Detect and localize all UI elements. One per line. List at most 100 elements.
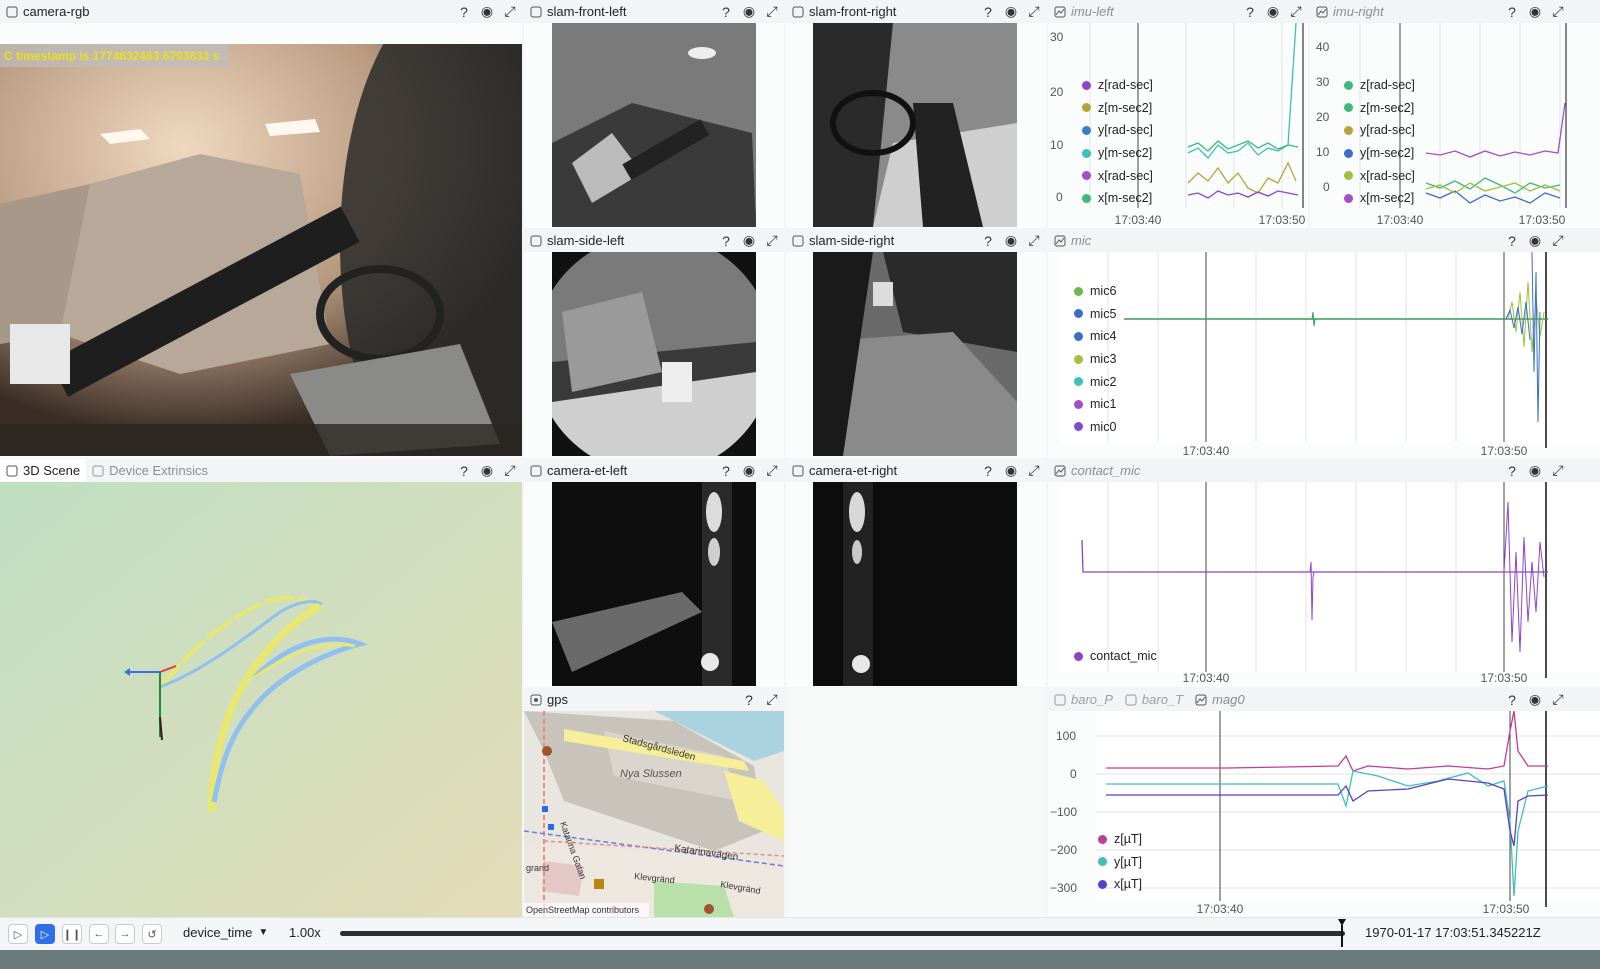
time-cursor[interactable] [1338, 919, 1346, 949]
help-icon[interactable]: ? [1504, 233, 1520, 249]
legend-item[interactable]: x[rad-sec] [1344, 164, 1415, 187]
help-icon[interactable]: ? [718, 4, 734, 20]
eye-icon[interactable]: ◉ [1003, 462, 1019, 479]
expand-icon[interactable]: ⤢ [502, 462, 518, 479]
tab-baro-p[interactable]: baro_P [1048, 688, 1119, 711]
tab-imu-right[interactable]: imu-right [1310, 0, 1390, 23]
help-icon[interactable]: ? [980, 463, 996, 479]
legend-item[interactable]: y[µT] [1098, 851, 1142, 874]
legend-item[interactable]: x[rad-sec] [1082, 164, 1153, 187]
expand-icon[interactable]: ⤢ [764, 3, 780, 20]
playback-speed[interactable]: 1.00x [289, 925, 321, 940]
legend-item[interactable]: x[µT] [1098, 873, 1142, 896]
play-icon[interactable]: ▷ [8, 924, 28, 944]
eye-icon[interactable]: ◉ [1527, 3, 1543, 20]
legend-item[interactable]: z[rad-sec] [1344, 74, 1415, 97]
eye-icon[interactable]: ◉ [1527, 691, 1543, 708]
help-icon[interactable]: ? [980, 4, 996, 20]
panel-mag0: baro_P baro_T mag0 ? ◉ ⤢ 100 0 −100 −200 −… [1048, 688, 1600, 917]
help-icon[interactable]: ? [718, 233, 734, 249]
timeline-scrubber[interactable] [340, 931, 1345, 936]
help-icon[interactable]: ? [1242, 4, 1258, 20]
tab-camera-et-right[interactable]: camera-et-right [786, 459, 903, 482]
legend-item[interactable]: y[m-sec2] [1082, 142, 1153, 165]
gps-map[interactable]: Stadsgårdsleden Nya Slussen Katarinaväge… [524, 711, 784, 917]
x-tick: 17:03:50 [1259, 213, 1306, 227]
tab-imu-left[interactable]: imu-left [1048, 0, 1120, 23]
legend-item[interactable]: mic2 [1074, 370, 1116, 393]
legend-item[interactable]: mic6 [1074, 280, 1116, 303]
help-icon[interactable]: ? [741, 692, 757, 708]
legend-item[interactable]: contact_mic [1074, 645, 1157, 668]
legend-item[interactable]: mic0 [1074, 416, 1116, 439]
eye-icon[interactable]: ◉ [1527, 462, 1543, 479]
legend-item[interactable]: z[m-sec2] [1082, 97, 1153, 120]
legend-item[interactable]: y[rad-sec] [1082, 119, 1153, 142]
map-attribution[interactable]: OpenStreetMap contributors [526, 905, 640, 915]
tab-slam-front-right[interactable]: slam-front-right [786, 0, 902, 23]
loop-icon[interactable]: ↺ [142, 924, 162, 944]
timeline-selector[interactable]: device_time ▼ [183, 925, 268, 940]
expand-icon[interactable]: ⤢ [1550, 232, 1566, 249]
expand-icon[interactable]: ⤢ [764, 462, 780, 479]
expand-icon[interactable]: ⤢ [1026, 3, 1042, 20]
step-back-icon[interactable]: ← [89, 924, 109, 944]
eye-icon[interactable]: ◉ [741, 462, 757, 479]
step-forward-icon[interactable]: → [115, 924, 135, 944]
tab-slam-side-right[interactable]: slam-side-right [786, 229, 900, 252]
legend-item[interactable]: mic5 [1074, 303, 1116, 326]
tab-mag0[interactable]: mag0 [1189, 688, 1251, 711]
legend-item[interactable]: mic1 [1074, 393, 1116, 416]
tab-contact-mic[interactable]: contact_mic [1048, 459, 1146, 482]
expand-icon[interactable]: ⤢ [1550, 691, 1566, 708]
tab-slam-front-left[interactable]: slam-front-left [524, 0, 632, 23]
eye-icon[interactable]: ◉ [1003, 3, 1019, 20]
legend-item[interactable]: z[µT] [1098, 828, 1142, 851]
tab-camera-et-left[interactable]: camera-et-left [524, 459, 633, 482]
tab-device-extrinsics[interactable]: Device Extrinsics [86, 459, 214, 482]
help-icon[interactable]: ? [718, 463, 734, 479]
eye-icon[interactable]: ◉ [741, 232, 757, 249]
pause-icon[interactable]: ❙❙ [62, 924, 82, 944]
expand-icon[interactable]: ⤢ [764, 691, 780, 708]
expand-icon[interactable]: ⤢ [1026, 462, 1042, 479]
eye-icon[interactable]: ◉ [1527, 232, 1543, 249]
help-icon[interactable]: ? [456, 463, 472, 479]
eye-icon[interactable]: ◉ [1003, 232, 1019, 249]
legend-item[interactable]: y[m-sec2] [1344, 142, 1415, 165]
y-tick: −200 [1050, 843, 1077, 857]
legend-item[interactable]: mic3 [1074, 348, 1116, 371]
tab-gps[interactable]: gps [524, 688, 574, 711]
tab-baro-t[interactable]: baro_T [1119, 688, 1189, 711]
legend-item[interactable]: mic4 [1074, 325, 1116, 348]
expand-icon[interactable]: ⤢ [1026, 232, 1042, 249]
3d-viewport[interactable] [0, 482, 522, 917]
legend-item[interactable]: x[m-sec2] [1082, 187, 1153, 210]
help-icon[interactable]: ? [980, 233, 996, 249]
panel-slam-front-left: slam-front-left ? ◉ ⤢ [524, 0, 784, 228]
follow-icon[interactable]: ▷ [35, 924, 55, 944]
tab-camera-rgb[interactable]: camera-rgb [0, 0, 95, 23]
legend-item[interactable]: z[rad-sec] [1082, 74, 1153, 97]
eye-icon[interactable]: ◉ [479, 462, 495, 479]
eye-icon[interactable]: ◉ [1265, 3, 1281, 20]
expand-icon[interactable]: ⤢ [764, 232, 780, 249]
help-icon[interactable]: ? [1504, 692, 1520, 708]
legend-item[interactable]: x[m-sec2] [1344, 187, 1415, 210]
expand-icon[interactable]: ⤢ [1550, 3, 1566, 20]
panel-camera-et-right: camera-et-right ? ◉ ⤢ [786, 459, 1046, 687]
help-icon[interactable]: ? [1504, 463, 1520, 479]
legend-item[interactable]: z[m-sec2] [1344, 97, 1415, 120]
expand-icon[interactable]: ⤢ [1288, 3, 1304, 20]
current-time[interactable]: 1970-01-17 17:03:51.345221Z [1365, 925, 1541, 940]
expand-icon[interactable]: ⤢ [502, 3, 518, 20]
tab-slam-side-left[interactable]: slam-side-left [524, 229, 630, 252]
legend-item[interactable]: y[rad-sec] [1344, 119, 1415, 142]
eye-icon[interactable]: ◉ [741, 3, 757, 20]
help-icon[interactable]: ? [456, 4, 472, 20]
tab-mic[interactable]: mic [1048, 229, 1097, 252]
tab-3d-scene[interactable]: 3D Scene [0, 459, 87, 482]
expand-icon[interactable]: ⤢ [1550, 462, 1566, 479]
help-icon[interactable]: ? [1504, 4, 1520, 20]
eye-icon[interactable]: ◉ [479, 3, 495, 20]
